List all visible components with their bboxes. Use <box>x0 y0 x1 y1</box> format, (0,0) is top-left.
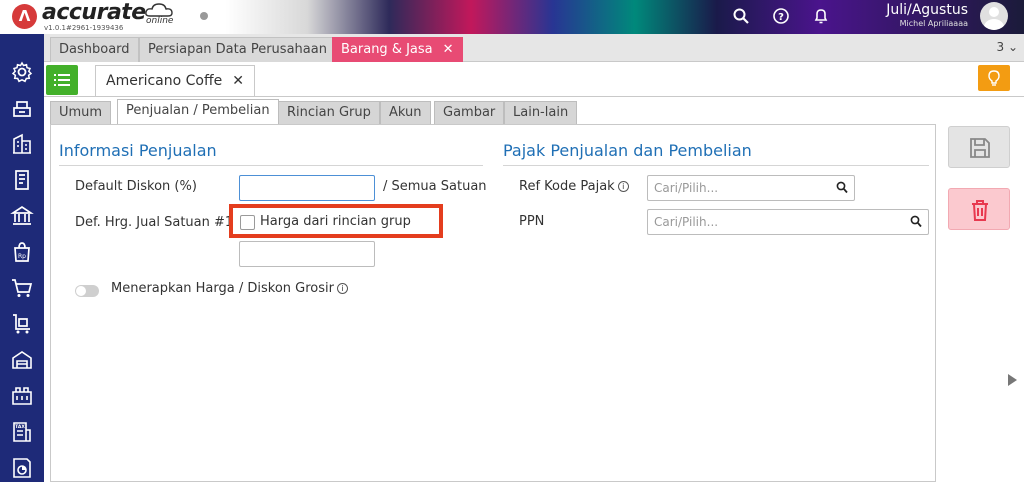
building-icon[interactable] <box>10 132 34 156</box>
tab-dashboard[interactable]: Dashboard <box>50 37 139 62</box>
user-period[interactable]: Juli/Agustus <box>886 2 968 18</box>
subtab-others[interactable]: Lain-lain <box>504 101 578 125</box>
chevron-down-icon: ⌄ <box>1007 40 1018 54</box>
wholesale-label: Menerapkan Harga / Diskon Grosir i <box>111 281 348 296</box>
warehouse-icon[interactable] <box>10 348 34 372</box>
tab-count[interactable]: 3 ⌄ <box>996 40 1018 54</box>
subtab-image[interactable]: Gambar <box>434 101 505 125</box>
group-price-checkbox[interactable] <box>240 215 255 230</box>
all-units-label: / Semua Satuan <box>383 179 487 194</box>
bell-icon[interactable] <box>812 7 830 25</box>
report-icon[interactable] <box>10 456 34 480</box>
tab-count-value: 3 <box>996 40 1005 54</box>
delete-button[interactable] <box>948 188 1010 230</box>
help-icon[interactable]: ? <box>772 7 790 25</box>
status-dot <box>200 12 208 20</box>
save-icon <box>970 138 990 158</box>
sidebar: Rp TAX <box>0 34 44 482</box>
tab-label: Dashboard <box>59 42 130 57</box>
production-icon[interactable] <box>10 384 34 408</box>
brand-name: accurate <box>42 0 146 25</box>
list-icon <box>54 74 70 86</box>
settings-icon[interactable] <box>10 60 34 84</box>
record-tab-label: Americano Coffe <box>106 73 223 89</box>
record-tab[interactable]: Americano Coffe ✕ <box>95 65 255 97</box>
subtab-sales-purchase[interactable]: Penjualan / Pembelian <box>117 99 279 126</box>
subtab-group-details[interactable]: Rincian Grup <box>278 101 380 125</box>
default-discount-label: Default Diskon (%) <box>75 179 197 194</box>
default-price-label: Def. Hrg. Jual Satuan #1 <box>75 215 234 230</box>
cart-icon[interactable] <box>10 276 34 300</box>
save-button[interactable] <box>948 126 1010 168</box>
version-label: v1.0.1#2961-1939436 <box>44 24 124 32</box>
ref-tax-code-label: Ref Kode Pajak i <box>519 179 629 194</box>
ppn-label: PPN <box>519 214 545 229</box>
info-icon[interactable]: i <box>617 181 629 192</box>
subtab-account[interactable]: Akun <box>380 101 431 125</box>
brand-sub: online <box>146 16 174 26</box>
search-icon[interactable] <box>910 215 922 229</box>
close-icon[interactable]: ✕ <box>232 73 244 89</box>
trash-icon <box>972 200 988 221</box>
divider <box>59 165 483 166</box>
tax-icon[interactable]: TAX <box>10 420 34 444</box>
sales-bag-icon[interactable]: Rp <box>10 240 34 264</box>
ppn-placeholder: Cari/Pilih... <box>654 215 719 229</box>
subtab-general[interactable]: Umum <box>50 101 112 125</box>
expand-arrow-icon[interactable] <box>1008 374 1017 386</box>
list-button[interactable] <box>46 65 78 95</box>
svg-text:?: ? <box>778 12 784 23</box>
info-icon[interactable]: i <box>336 283 348 294</box>
tab-company-setup[interactable]: Persiapan Data Perusahaan <box>139 37 336 62</box>
tax-title: Pajak Penjualan dan Pembelian <box>503 141 752 160</box>
tab-label: Persiapan Data Perusahaan <box>148 42 327 57</box>
tab-items-services[interactable]: Barang & Jasa ✕ <box>332 37 463 62</box>
price-input[interactable] <box>239 241 375 267</box>
search-icon[interactable] <box>836 181 848 195</box>
bank-icon[interactable] <box>10 204 34 228</box>
content-area: Americano Coffe ✕ Umum Penjualan / Pembel… <box>44 62 1024 482</box>
tab-label: Barang & Jasa <box>341 42 433 57</box>
user-name: Michel Apriliaaaa <box>899 19 968 28</box>
main-tabs: Dashboard Persiapan Data Perusahaan Bara… <box>44 34 1024 62</box>
svg-text:TAX: TAX <box>15 424 25 430</box>
accurate-logo[interactable]: Λ <box>12 4 37 29</box>
top-bar: Λ accurate online v1.0.1#2961-1939436 ? … <box>0 0 1024 34</box>
avatar[interactable] <box>980 2 1008 30</box>
ledger-icon[interactable] <box>10 168 34 192</box>
form-panel: Informasi Penjualan Default Diskon (%) /… <box>50 124 936 482</box>
purchase-icon[interactable] <box>10 312 34 336</box>
sales-info-title: Informasi Penjualan <box>59 141 217 160</box>
inventory-icon[interactable] <box>10 96 34 120</box>
wholesale-label-text: Menerapkan Harga / Diskon Grosir <box>111 281 334 296</box>
divider <box>503 165 929 166</box>
group-price-label: Harga dari rincian grup <box>260 214 411 229</box>
ppn-input[interactable]: Cari/Pilih... <box>647 209 929 235</box>
ref-tax-code-placeholder: Cari/Pilih... <box>654 181 719 195</box>
lightbulb-icon <box>988 70 1000 86</box>
wholesale-toggle[interactable] <box>75 285 99 297</box>
svg-text:Rp: Rp <box>18 253 26 260</box>
divider <box>44 96 1024 97</box>
ref-tax-code-text: Ref Kode Pajak <box>519 179 615 194</box>
search-icon[interactable] <box>732 7 750 25</box>
ref-tax-code-input[interactable]: Cari/Pilih... <box>647 175 855 201</box>
default-discount-input[interactable] <box>239 175 375 201</box>
close-icon[interactable]: ✕ <box>443 42 454 57</box>
tips-button[interactable] <box>978 65 1010 91</box>
